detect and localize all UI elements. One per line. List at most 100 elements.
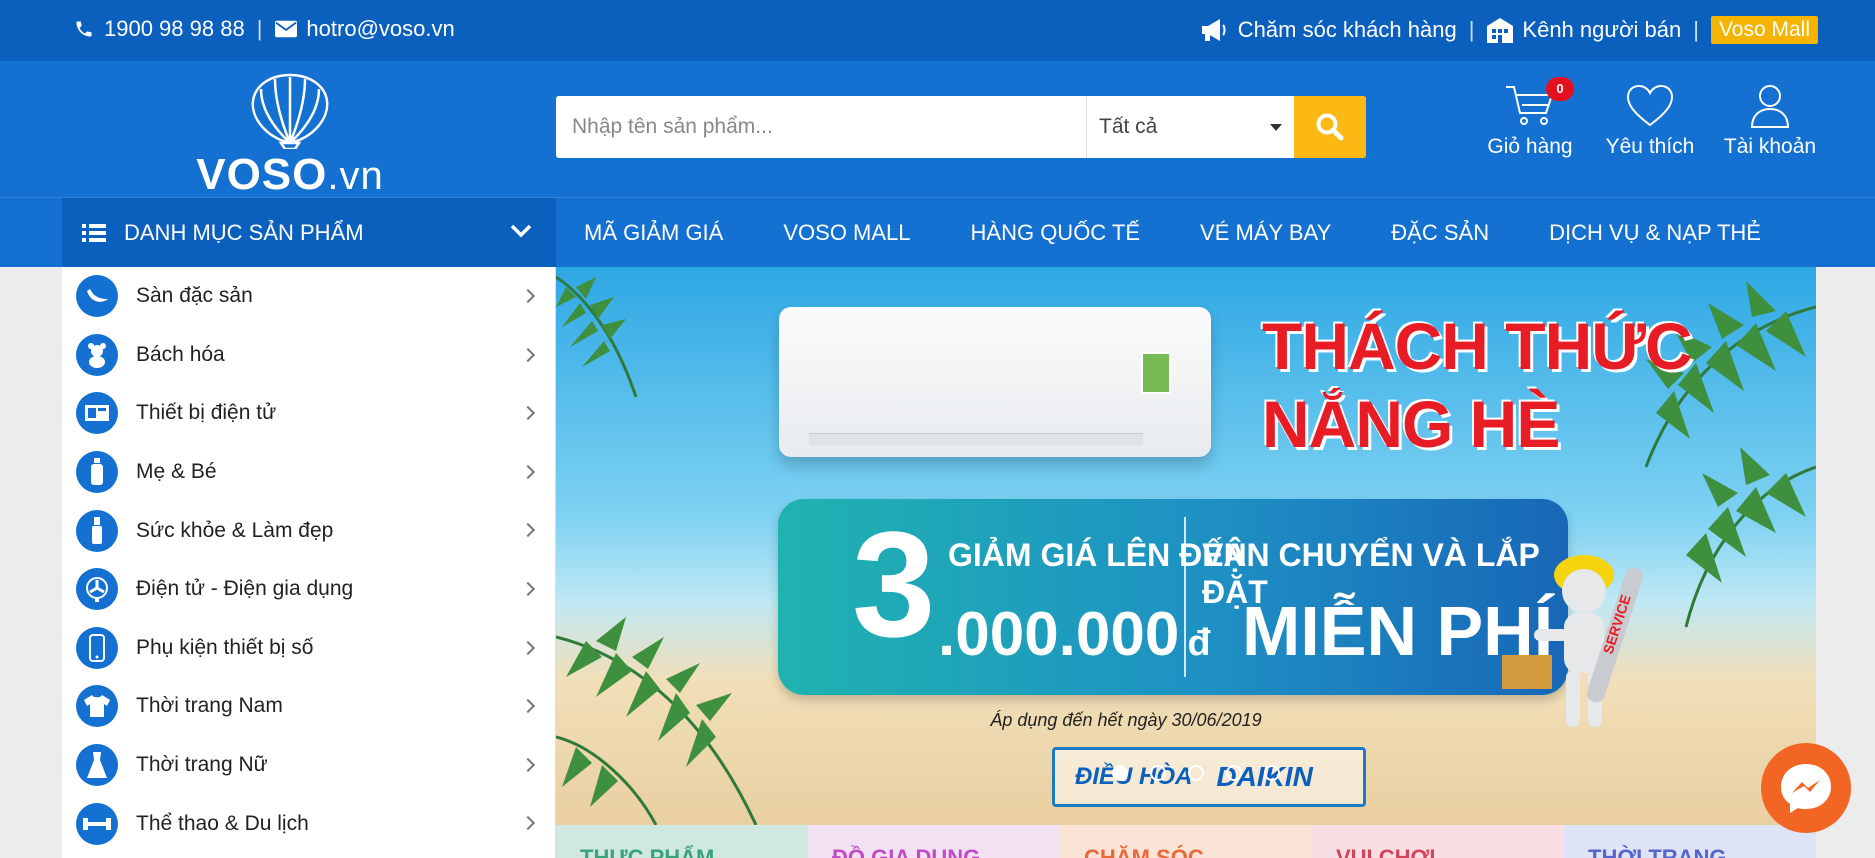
sidebar-item-sports-travel[interactable]: Thể thao & Du lịch: [62, 794, 555, 853]
carousel-dot[interactable]: [1150, 765, 1166, 781]
shirt-icon: [76, 685, 118, 728]
customer-care-link[interactable]: Chăm sóc khách hàng: [1238, 17, 1457, 43]
wishlist-label: Yêu thích: [1605, 135, 1695, 158]
main-header: VOSO.vn Tất cả 0 Giỏ hàng Yêu thích Tài …: [0, 61, 1875, 199]
sidebar-item-specialties[interactable]: Sàn đặc sản: [62, 267, 555, 326]
sidebar-item-label: Thiết bị điện tử: [136, 401, 277, 425]
promo-discount-amount: .000.000 đ: [938, 600, 1211, 669]
logo-text: VOSO.vn: [196, 150, 384, 199]
promo-panel: 3 GIẢM GIÁ LÊN ĐẾN .000.000 đ VẬN CHUYỂN …: [778, 499, 1568, 695]
sidebar-item-grocery[interactable]: Bách hóa: [62, 326, 555, 385]
nav-link-coupons[interactable]: MÃ GIẢM GIÁ: [584, 220, 723, 246]
sidebar-item-mens-fashion[interactable]: Thời trang Nam: [62, 677, 555, 736]
category-sidebar: Sàn đặc sản Bách hóa Thiết bị điện tử Mẹ…: [62, 267, 556, 858]
nav-link-services[interactable]: DỊCH VỤ & NẠP THẺ: [1549, 220, 1761, 246]
sidebar-item-label: Mẹ & Bé: [136, 460, 217, 484]
palm-leaf-left-top: [556, 275, 638, 398]
megaphone-icon: [1200, 18, 1230, 42]
main-nav: DANH MỤC SẢN PHẨM MÃ GIẢM GIÁ VOSO MALL …: [0, 197, 1875, 268]
chevron-right-icon: [520, 288, 536, 304]
chevron-right-icon: [520, 581, 536, 597]
ac-vent: [809, 433, 1143, 445]
shell-logo-icon: [251, 73, 329, 151]
banana-icon: [76, 275, 118, 318]
category-strip: THỰC PHẨM ĐỒ GIA DỤNG CHĂM SÓC VUI CHƠI …: [556, 825, 1816, 858]
email-link[interactable]: hotro@voso.vn: [306, 16, 454, 42]
carousel-dot[interactable]: [1226, 765, 1242, 781]
bottle-icon: [76, 451, 118, 494]
account-label: Tài khoản: [1723, 135, 1817, 158]
site-logo[interactable]: VOSO.vn: [195, 71, 385, 199]
search-bar: Tất cả: [556, 96, 1366, 158]
messenger-chat-button[interactable]: [1761, 743, 1851, 833]
separator: |: [1693, 17, 1699, 42]
sidebar-item-mom-baby[interactable]: Mẹ & Bé: [62, 443, 555, 502]
contact-info: 1900 98 98 88 | hotro@voso.vn: [72, 16, 455, 42]
nav-links: MÃ GIẢM GIÁ VOSO MALL HÀNG QUỐC TẾ VÉ MÁ…: [584, 198, 1821, 268]
promo-divider: [1184, 517, 1186, 677]
chevron-down-icon: [510, 224, 532, 238]
mail-icon: [274, 17, 298, 41]
account-button[interactable]: Tài khoản: [1710, 83, 1830, 159]
caret-down-icon: [1270, 123, 1282, 131]
strip-item-fashion[interactable]: THỜI TRANG: [1564, 825, 1816, 858]
seller-channel-link[interactable]: Kênh người bán: [1522, 17, 1681, 43]
wishlist-button[interactable]: Yêu thích: [1590, 83, 1710, 159]
carousel-dots: [1112, 765, 1302, 781]
store-icon: [1486, 18, 1514, 43]
carousel-dot[interactable]: [1188, 765, 1204, 781]
strip-item-housewares[interactable]: ĐỒ GIA DỤNG: [808, 825, 1060, 858]
chevron-right-icon: [520, 757, 536, 772]
strip-item-food[interactable]: THỰC PHẨM: [556, 825, 808, 858]
nav-link-flights[interactable]: VÉ MÁY BAY: [1200, 220, 1331, 246]
voso-mall-badge[interactable]: Voso Mall: [1710, 16, 1818, 44]
cart-button[interactable]: 0 Giỏ hàng: [1470, 77, 1590, 159]
cart-count-badge: 0: [1546, 77, 1574, 101]
dumbbell-icon: [76, 802, 118, 845]
sidebar-item-label: Sức khỏe & Làm đẹp: [136, 518, 334, 542]
fan-icon: [76, 568, 118, 611]
strip-item-entertainment[interactable]: VUI CHƠI: [1312, 825, 1564, 858]
carousel-dot[interactable]: [1112, 765, 1128, 781]
sidebar-item-label: Bách hóa: [136, 342, 225, 366]
cart-label: Giỏ hàng: [1487, 135, 1573, 158]
strip-item-care[interactable]: CHĂM SÓC: [1060, 825, 1312, 858]
sidebar-item-label: Sàn đặc sản: [136, 284, 253, 308]
search-input[interactable]: [556, 96, 1086, 158]
heart-icon: [1626, 84, 1674, 127]
top-bar: 1900 98 98 88 | hotro@voso.vn Chăm sóc k…: [0, 0, 1875, 61]
sidebar-item-label: Phụ kiện thiết bị số: [136, 635, 314, 659]
top-links: Chăm sóc khách hàng | Kênh người bán | V…: [1200, 16, 1818, 44]
chevron-right-icon: [520, 640, 536, 655]
chevron-right-icon: [520, 699, 536, 714]
category-menu-toggle[interactable]: DANH MỤC SẢN PHẨM: [62, 198, 556, 268]
sidebar-item-home-appliances[interactable]: Điện tử - Điện gia dụng: [62, 560, 555, 619]
sidebar-item-health-beauty[interactable]: Sức khỏe & Làm đẹp: [62, 501, 555, 560]
nav-link-specialties[interactable]: ĐẶC SẢN: [1391, 220, 1489, 246]
phone-icon: [76, 626, 118, 669]
chevron-right-icon: [520, 523, 536, 538]
separator: |: [1468, 17, 1475, 42]
sidebar-item-electronics-devices[interactable]: Thiết bị điện tử: [62, 384, 555, 443]
air-conditioner-image: [779, 307, 1211, 457]
chevron-right-icon: [520, 464, 536, 479]
hero-banner[interactable]: THÁCH THỨC NẮNG HÈ 3 GIẢM GIÁ LÊN ĐẾN .0…: [556, 267, 1816, 825]
search-category-select[interactable]: Tất cả: [1086, 96, 1294, 158]
nav-link-voso-mall[interactable]: VOSO MALL: [783, 220, 910, 246]
promo-apply-date: Áp dụng đến hết ngày 30/06/2019: [990, 710, 1262, 730]
energy-label-icon: [1141, 352, 1171, 394]
cosmetic-icon: [76, 509, 118, 552]
nav-link-international[interactable]: HÀNG QUỐC TẾ: [971, 220, 1141, 246]
header-actions: 0 Giỏ hàng Yêu thích Tài khoản: [1470, 77, 1830, 159]
sidebar-item-womens-fashion[interactable]: Thời trang Nữ: [62, 736, 555, 795]
search-button[interactable]: [1294, 96, 1366, 158]
search-icon: [1316, 113, 1344, 141]
separator: |: [256, 16, 263, 41]
chevron-right-icon: [520, 406, 536, 421]
sidebar-item-digital-accessories[interactable]: Phụ kiện thiết bị số: [62, 619, 555, 678]
carousel-dot[interactable]: [1264, 765, 1280, 781]
banner-headline: THÁCH THỨC NẮNG HÈ: [1262, 309, 1693, 461]
sidebar-item-label: Điện tử - Điện gia dụng: [136, 577, 354, 601]
phone-number[interactable]: 1900 98 98 88: [104, 16, 245, 42]
sidebar-item-label: Thời trang Nữ: [136, 753, 268, 777]
